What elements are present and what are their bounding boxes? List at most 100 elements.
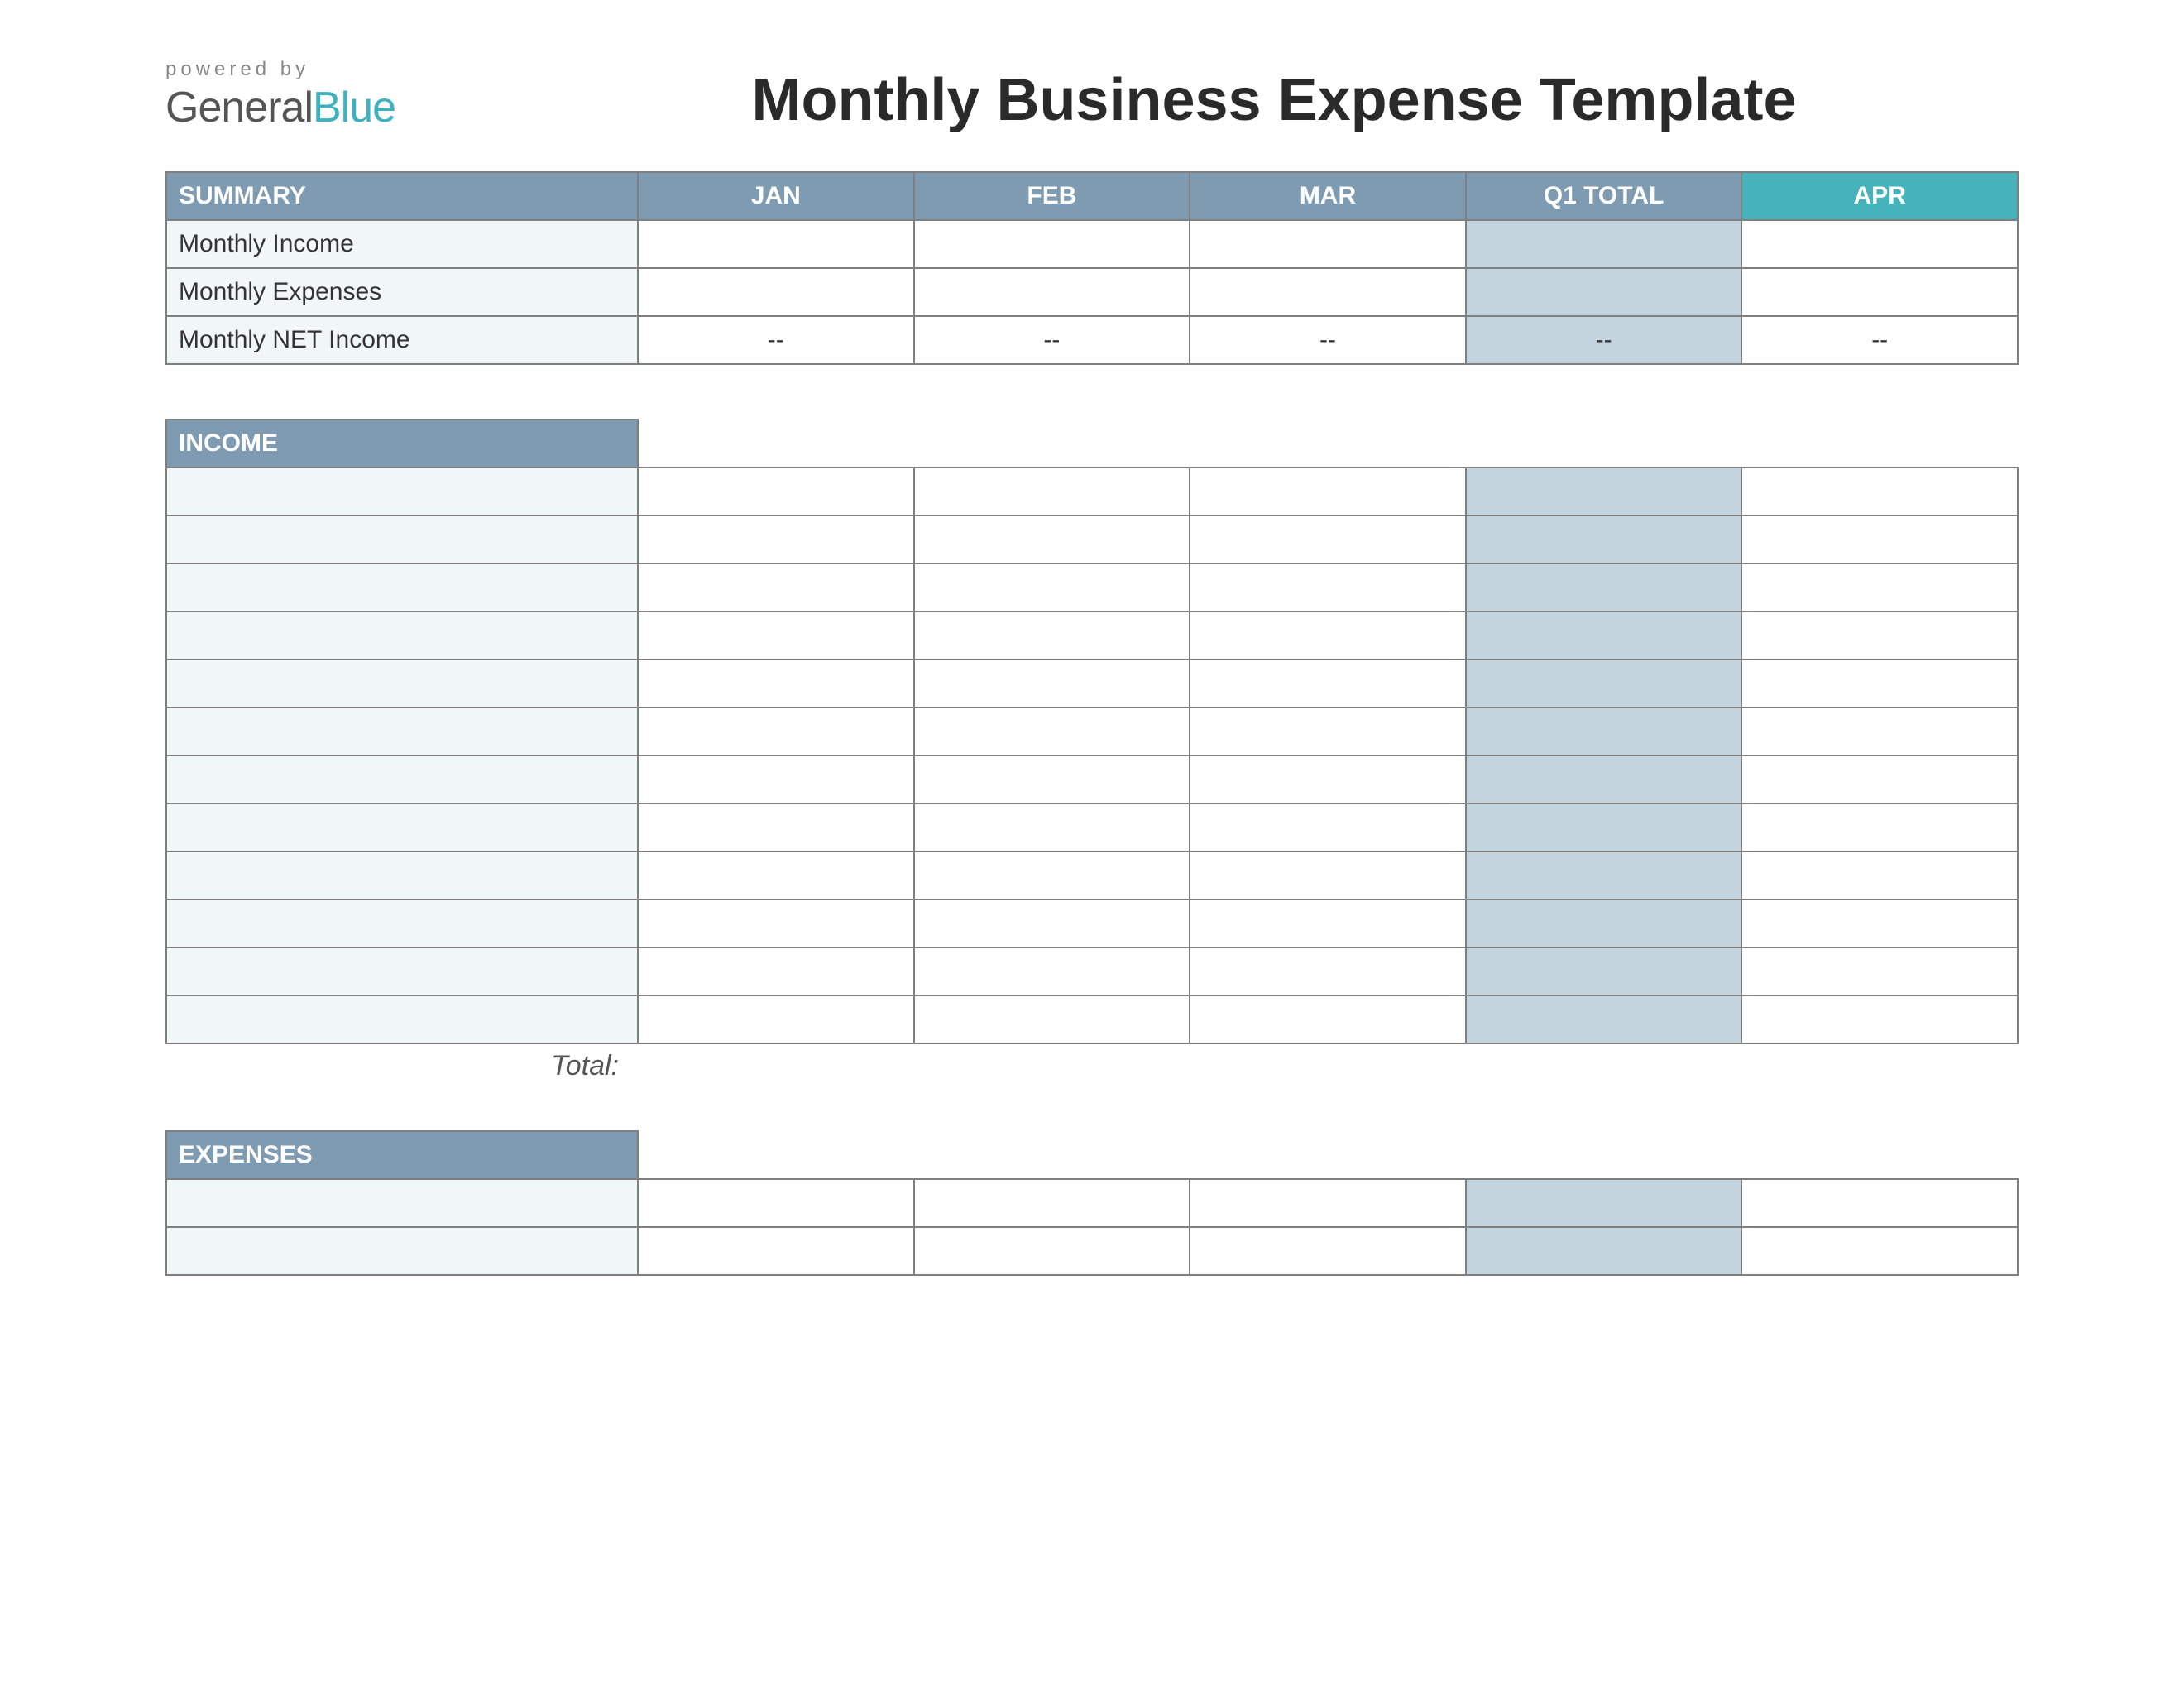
row-label[interactable] bbox=[166, 851, 638, 899]
row-label[interactable] bbox=[166, 899, 638, 947]
cell[interactable] bbox=[914, 468, 1190, 516]
row-label[interactable] bbox=[166, 659, 638, 707]
row-label[interactable] bbox=[166, 803, 638, 851]
cell[interactable] bbox=[1741, 1227, 2018, 1275]
cell-total[interactable] bbox=[1466, 268, 1742, 316]
cell[interactable] bbox=[638, 659, 914, 707]
cell[interactable] bbox=[1741, 1179, 2018, 1227]
cell[interactable] bbox=[638, 755, 914, 803]
cell[interactable] bbox=[914, 1179, 1190, 1227]
cell[interactable] bbox=[1190, 707, 1466, 755]
row-label[interactable] bbox=[166, 947, 638, 995]
cell[interactable] bbox=[914, 755, 1190, 803]
cell[interactable] bbox=[914, 1227, 1190, 1275]
cell[interactable] bbox=[914, 899, 1190, 947]
row-label[interactable]: Monthly Expenses bbox=[166, 268, 638, 316]
cell[interactable] bbox=[638, 611, 914, 659]
cell[interactable] bbox=[1741, 563, 2018, 611]
cell[interactable] bbox=[914, 803, 1190, 851]
cell[interactable] bbox=[1190, 1227, 1466, 1275]
cell[interactable] bbox=[1741, 899, 2018, 947]
cell-total[interactable] bbox=[1466, 611, 1742, 659]
row-label[interactable] bbox=[166, 707, 638, 755]
cell-total[interactable] bbox=[1466, 563, 1742, 611]
cell[interactable] bbox=[1190, 803, 1466, 851]
cell[interactable] bbox=[1190, 468, 1466, 516]
cell[interactable] bbox=[914, 268, 1190, 316]
cell-total[interactable] bbox=[1466, 851, 1742, 899]
cell[interactable] bbox=[1190, 947, 1466, 995]
cell[interactable] bbox=[1741, 755, 2018, 803]
row-label[interactable] bbox=[166, 1179, 638, 1227]
cell[interactable] bbox=[1190, 268, 1466, 316]
cell[interactable] bbox=[1741, 468, 2018, 516]
cell[interactable]: -- bbox=[914, 316, 1190, 364]
row-label[interactable] bbox=[166, 755, 638, 803]
cell[interactable] bbox=[1190, 899, 1466, 947]
cell[interactable] bbox=[638, 1227, 914, 1275]
cell[interactable]: -- bbox=[1190, 316, 1466, 364]
cell[interactable] bbox=[638, 707, 914, 755]
cell-total[interactable] bbox=[1466, 707, 1742, 755]
cell-total[interactable] bbox=[1466, 803, 1742, 851]
cell[interactable] bbox=[1741, 516, 2018, 563]
cell[interactable] bbox=[638, 995, 914, 1043]
row-label[interactable]: Monthly Income bbox=[166, 220, 638, 268]
cell[interactable] bbox=[1190, 755, 1466, 803]
cell[interactable] bbox=[1190, 851, 1466, 899]
cell-total[interactable] bbox=[1466, 659, 1742, 707]
cell-total[interactable] bbox=[1466, 1179, 1742, 1227]
cell[interactable] bbox=[914, 851, 1190, 899]
cell[interactable] bbox=[1190, 563, 1466, 611]
row-label[interactable] bbox=[166, 995, 638, 1043]
cell-total[interactable]: -- bbox=[1466, 316, 1742, 364]
cell[interactable]: -- bbox=[1741, 316, 2018, 364]
cell[interactable] bbox=[1741, 659, 2018, 707]
cell[interactable] bbox=[914, 516, 1190, 563]
cell[interactable] bbox=[1741, 947, 2018, 995]
cell[interactable] bbox=[914, 707, 1190, 755]
cell-total[interactable] bbox=[1466, 468, 1742, 516]
cell[interactable] bbox=[1190, 516, 1466, 563]
cell[interactable] bbox=[1190, 611, 1466, 659]
cell[interactable]: -- bbox=[638, 316, 914, 364]
cell[interactable] bbox=[638, 899, 914, 947]
cell[interactable] bbox=[1741, 707, 2018, 755]
cell[interactable] bbox=[914, 563, 1190, 611]
row-label[interactable] bbox=[166, 611, 638, 659]
cell[interactable] bbox=[914, 995, 1190, 1043]
cell[interactable] bbox=[914, 611, 1190, 659]
cell[interactable] bbox=[1741, 611, 2018, 659]
cell[interactable] bbox=[638, 1179, 914, 1227]
cell[interactable] bbox=[1190, 220, 1466, 268]
cell-total[interactable] bbox=[1466, 995, 1742, 1043]
cell[interactable] bbox=[638, 851, 914, 899]
cell-total[interactable] bbox=[1466, 755, 1742, 803]
cell-total[interactable] bbox=[1466, 899, 1742, 947]
cell[interactable] bbox=[914, 220, 1190, 268]
cell[interactable] bbox=[1190, 659, 1466, 707]
cell[interactable] bbox=[1741, 268, 2018, 316]
cell[interactable] bbox=[914, 947, 1190, 995]
cell[interactable] bbox=[1190, 995, 1466, 1043]
cell[interactable] bbox=[1741, 803, 2018, 851]
cell[interactable] bbox=[1741, 995, 2018, 1043]
row-label[interactable] bbox=[166, 516, 638, 563]
cell[interactable] bbox=[638, 468, 914, 516]
cell[interactable] bbox=[1741, 220, 2018, 268]
cell-total[interactable] bbox=[1466, 220, 1742, 268]
cell[interactable] bbox=[638, 563, 914, 611]
cell[interactable] bbox=[1741, 851, 2018, 899]
cell[interactable] bbox=[638, 516, 914, 563]
cell[interactable] bbox=[638, 268, 914, 316]
cell[interactable] bbox=[638, 803, 914, 851]
row-label[interactable] bbox=[166, 1227, 638, 1275]
cell[interactable] bbox=[638, 220, 914, 268]
cell[interactable] bbox=[1190, 1179, 1466, 1227]
row-label[interactable] bbox=[166, 563, 638, 611]
cell-total[interactable] bbox=[1466, 1227, 1742, 1275]
cell-total[interactable] bbox=[1466, 947, 1742, 995]
row-label[interactable]: Monthly NET Income bbox=[166, 316, 638, 364]
cell[interactable] bbox=[914, 659, 1190, 707]
row-label[interactable] bbox=[166, 468, 638, 516]
